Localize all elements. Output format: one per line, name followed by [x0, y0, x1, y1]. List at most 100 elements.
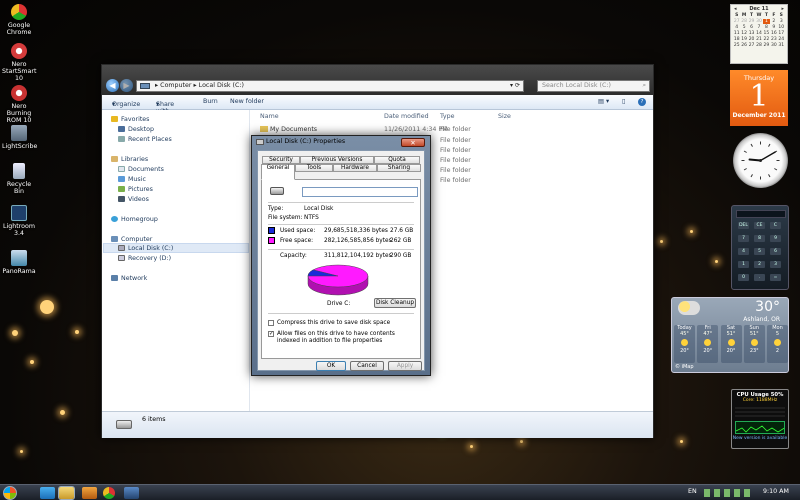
drive-label-field[interactable] — [302, 187, 418, 197]
calendar-day[interactable]: 28 — [755, 43, 762, 48]
language-indicator[interactable]: EN — [688, 488, 697, 495]
calculator-key[interactable]: = — [770, 274, 781, 281]
calendar-day[interactable]: 1 — [762, 19, 771, 24]
calendar-day[interactable]: 30 — [770, 43, 777, 48]
column-header-size[interactable]: Size — [498, 113, 511, 120]
nav-videos[interactable]: Videos — [118, 196, 149, 203]
calculator-key[interactable]: 9 — [770, 235, 781, 242]
nav-recent-places[interactable]: Recent Places — [118, 136, 172, 143]
calendar-day[interactable]: 25 — [733, 43, 740, 48]
calendar-day[interactable]: 26 — [740, 43, 747, 48]
ok-button[interactable]: OK — [316, 361, 346, 371]
calculator-key[interactable]: 1 — [738, 261, 749, 268]
back-button[interactable]: ◀ — [106, 79, 119, 92]
calendar-day[interactable]: 23 — [770, 37, 777, 42]
desktop-icon-lightroom[interactable]: Lightroom 3.4 — [2, 205, 36, 237]
calculator-key[interactable]: 8 — [754, 235, 765, 242]
nav-homegroup[interactable]: Homegroup — [111, 216, 158, 223]
calendar-day[interactable]: 24 — [778, 37, 785, 42]
desktop-icon-nero-burning[interactable]: Nero Burning ROM 10 — [2, 85, 36, 124]
calendar-day[interactable]: 28 — [740, 19, 747, 24]
prev-month-icon[interactable]: ◂ — [734, 5, 737, 13]
nav-music[interactable]: Music — [118, 176, 146, 183]
calendar-day[interactable]: 5 — [740, 25, 747, 30]
tab-tools[interactable]: Tools — [295, 164, 333, 172]
column-header-type[interactable]: Type — [440, 113, 454, 120]
desktop-icon-nero-startsmart[interactable]: Nero StartSmart 10 — [2, 43, 36, 82]
calculator-key[interactable]: 5 — [754, 248, 765, 255]
nav-recovery[interactable]: Recovery (D:) — [118, 255, 171, 262]
address-segment-local-disk[interactable]: Local Disk (C:) — [199, 82, 244, 89]
calendar-day[interactable]: 7 — [755, 25, 762, 30]
calendar-day[interactable]: 3 — [778, 19, 785, 24]
desktop-icon-lightscribe[interactable]: LightScribe — [2, 125, 37, 150]
nav-libraries[interactable]: Libraries — [111, 156, 148, 163]
preview-pane-icon[interactable]: ▯ — [622, 98, 625, 105]
media-player-taskbar-icon[interactable] — [82, 487, 97, 499]
calendar-day[interactable]: 19 — [740, 37, 747, 42]
cancel-button[interactable]: Cancel — [350, 361, 384, 371]
nav-network[interactable]: Network — [111, 275, 147, 282]
nav-local-disk[interactable]: Local Disk (C:) — [118, 245, 173, 252]
index-checkbox[interactable]: ✓ — [268, 331, 274, 337]
nav-computer[interactable]: Computer — [111, 236, 152, 243]
calculator-key[interactable]: DEL — [738, 222, 749, 229]
calendar-day[interactable]: 21 — [755, 37, 762, 42]
tab-security[interactable]: Security — [262, 156, 300, 164]
calendar-day[interactable]: 22 — [763, 37, 770, 42]
calendar-day[interactable]: 4 — [733, 25, 740, 30]
calculator-key[interactable]: . — [754, 274, 765, 281]
nav-pictures[interactable]: Pictures — [118, 186, 153, 193]
desktop-icon-panorama[interactable]: PanoRama — [2, 250, 36, 275]
calendar-day[interactable]: 6 — [748, 25, 755, 30]
apply-button[interactable]: Apply — [388, 361, 422, 371]
forward-button[interactable]: ▶ — [120, 79, 133, 92]
address-segment-computer[interactable]: Computer — [160, 82, 191, 89]
desktop-icon-chrome[interactable]: Google Chrome — [2, 4, 36, 36]
burn-button[interactable]: Burn — [203, 98, 218, 105]
calendar-day[interactable]: 17 — [778, 31, 785, 36]
tab-sharing[interactable]: Sharing — [377, 164, 421, 172]
tray-icons[interactable] — [704, 489, 752, 497]
calendar-day[interactable]: 18 — [733, 37, 740, 42]
view-options-icon[interactable]: ▤ ▾ — [598, 98, 609, 105]
calendar-day[interactable]: 2 — [770, 19, 777, 24]
column-header-name[interactable]: Name — [260, 113, 279, 120]
calendar-day[interactable]: 31 — [778, 43, 785, 48]
desktop-icon-recycle-bin[interactable]: Recycle Bin — [2, 163, 36, 195]
calculator-key[interactable]: 4 — [738, 248, 749, 255]
chrome-taskbar-icon[interactable] — [103, 487, 115, 499]
calendar-day[interactable]: 30 — [755, 19, 762, 24]
calculator-key[interactable]: CE — [754, 222, 765, 229]
calendar-day[interactable]: 9 — [770, 25, 777, 30]
tab-quota[interactable]: Quota — [374, 156, 420, 164]
compress-checkbox[interactable] — [268, 320, 274, 326]
calendar-day[interactable]: 13 — [748, 31, 755, 36]
explorer-taskbar-icon[interactable] — [59, 487, 74, 499]
calendar-day[interactable]: 27 — [748, 43, 755, 48]
photo-taskbar-icon[interactable] — [124, 487, 139, 499]
calendar-day[interactable]: 29 — [748, 19, 755, 24]
address-dropdown-icon[interactable]: ▾ ⟳ — [510, 81, 520, 91]
calculator-key[interactable]: 6 — [770, 248, 781, 255]
tab-general[interactable]: General — [261, 164, 295, 180]
column-header-date[interactable]: Date modified — [384, 113, 429, 120]
new-folder-button[interactable]: New folder — [230, 98, 264, 105]
tab-previous-versions[interactable]: Previous Versions — [300, 156, 374, 164]
calculator-key[interactable]: C — [770, 222, 781, 229]
file-row[interactable]: My Documents 11/26/2011 4:34 PM — [260, 126, 448, 133]
next-month-icon[interactable]: ▸ — [781, 5, 784, 13]
clock-time[interactable]: 9:10 AM — [763, 488, 789, 495]
address-bar[interactable]: ▸ Computer ▸ Local Disk (C:) ▾ ⟳ — [136, 80, 524, 92]
start-button[interactable] — [3, 486, 17, 500]
calculator-key[interactable]: 3 — [770, 261, 781, 268]
tab-hardware[interactable]: Hardware — [333, 164, 377, 172]
calendar-day[interactable]: 12 — [740, 31, 747, 36]
calendar-day[interactable]: 14 — [755, 31, 762, 36]
new-version-link[interactable]: New version is available — [732, 436, 788, 441]
calculator-key[interactable]: 2 — [754, 261, 765, 268]
calendar-day[interactable]: 10 — [778, 25, 785, 30]
calculator-key[interactable]: 0 — [738, 274, 749, 281]
nav-documents[interactable]: Documents — [118, 166, 164, 173]
calendar-day[interactable]: 29 — [763, 43, 770, 48]
